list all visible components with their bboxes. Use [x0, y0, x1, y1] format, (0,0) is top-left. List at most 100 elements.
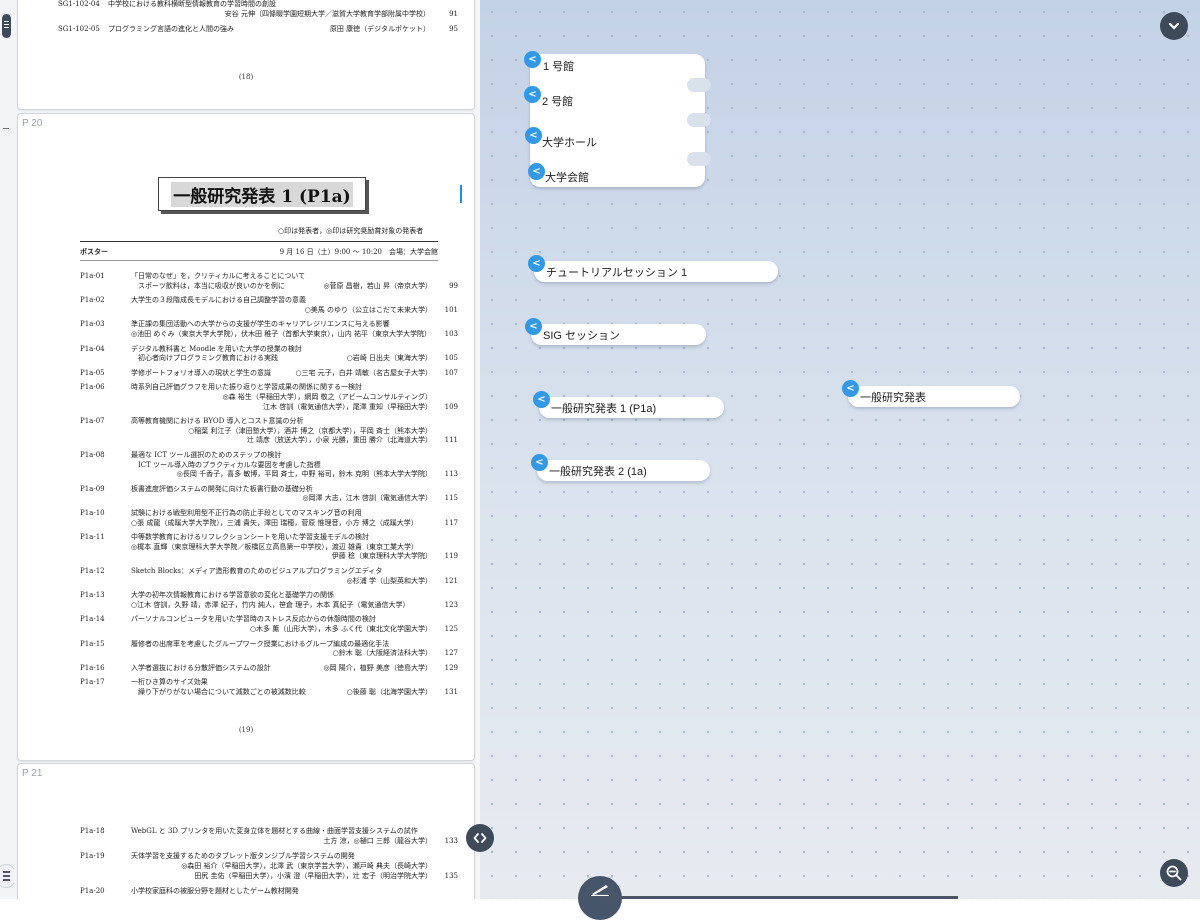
- paper-title: 入学者選抜における分散評価システムの設計: [131, 663, 271, 672]
- paper-authors: 伊藤 稔（東京理科大学大学院）: [331, 552, 432, 561]
- paper-id: P1a-15: [80, 639, 105, 648]
- node-sig[interactable]: < SIG セッション: [525, 318, 706, 345]
- paper-title: 繰り下がりがない場合について減数ごとの被減数比較: [131, 688, 306, 696]
- page-label: P 20: [22, 118, 43, 129]
- page-ref: 125: [444, 625, 458, 633]
- paper-title: デジタル教科書と Moodle を用いた大学の授業の検討: [131, 344, 302, 353]
- paper-authors: 土方 涼，◎樋口 三郎（龍谷大学）: [323, 837, 432, 845]
- paper-id: P1a-18: [80, 827, 105, 835]
- paper-title: 小学校家庭科の被服分野を題材としたゲーム教材開発: [131, 887, 299, 895]
- paper-authors: ◎菅原 昌樹，若山 昇（帝京大学）: [323, 281, 432, 290]
- paper-title: 初心者向けプログラミング教育における実践: [131, 354, 278, 363]
- text-cursor: [460, 185, 462, 203]
- node-buildings[interactable]: < 1 号館 < 2 号館 < 大学ホール < 大学会館: [524, 51, 711, 187]
- paper-authors: ◎長岡 千香子，喜多 敏博，平岡 斉士，中野 裕司，鈴木 克明（熊本大学大学院）: [176, 470, 432, 479]
- paper-title: WebGL と 3D プリンタを用いた変身立体を題材とする曲線・曲面学習支援シス…: [131, 827, 418, 835]
- paper-id: P1a-04: [80, 344, 105, 353]
- pdf-page-20: P 20 一般研究発表 1 (P1a) ○印は発表者，◎印は研究奨励賞対象の発表…: [17, 113, 475, 761]
- paper-authors: 辻 靖彦（放送大学），小泉 光勝，重田 勝介（北海道大学）: [246, 436, 432, 445]
- zoom-out-icon: [1166, 865, 1182, 881]
- page-ref: 107: [444, 368, 458, 377]
- paper-id: P1a-07: [80, 417, 105, 426]
- page-ref: 105: [444, 354, 458, 363]
- page-number: (19): [238, 726, 254, 734]
- node-general[interactable]: < 一般研究発表: [842, 380, 1020, 407]
- collapse-toggle-icon[interactable]: <: [524, 51, 541, 68]
- paper-title: 履修者の出席率を考慮したグループワーク授業におけるグループ編成の最適化手法: [131, 639, 390, 648]
- node-p2a[interactable]: < 一般研究発表 2 (1a): [531, 454, 710, 481]
- collapse-button[interactable]: [1160, 12, 1188, 40]
- paper-id: P1a-05: [80, 368, 105, 377]
- paper-title: 試験における戦型利用型不正行為の防止手段としてのマスキング音の利用: [131, 509, 362, 517]
- collapse-toggle-icon[interactable]: <: [528, 163, 545, 180]
- paper-id: P1a-03: [80, 320, 105, 329]
- collapse-toggle-icon[interactable]: <: [525, 318, 542, 335]
- pdf-page-21: P 21 P1a-18 WebGL と 3D プリンタを用いた変身立体を題材とする…: [17, 763, 475, 899]
- chevron-down-icon: [1168, 22, 1180, 30]
- paper-authors: ○稲葉 利江子（津田塾大学），酒井 博之（京都大学），平岡 斉士（熊本大学）: [188, 426, 432, 435]
- node-label[interactable]: 2 号館: [542, 93, 573, 109]
- paper-id: P1a-13: [80, 591, 105, 600]
- pen-icon: [591, 885, 609, 896]
- paper-title: 天体学習を支援するためのタブレット版タンジブル学習システムの開発: [131, 852, 355, 860]
- page-ref: 117: [444, 518, 458, 527]
- paper-id: P1a-11: [80, 533, 105, 542]
- rail-marker: [3, 128, 9, 129]
- page-ref: 101: [444, 305, 458, 314]
- page-ref: 129: [444, 663, 458, 672]
- paper-id: P1a-06: [80, 383, 105, 392]
- page-ref: 113: [444, 470, 458, 479]
- split-resize-button[interactable]: [466, 824, 494, 852]
- paper-id: P1a-02: [80, 296, 105, 305]
- paper-authors: ◎杉浦 学（山梨英和大学）: [346, 576, 432, 585]
- paper-title: 大学生の３段階成長モデルにおける自己調整学習の意義: [131, 296, 306, 305]
- node-tutorial[interactable]: < チュートリアルセッション 1: [528, 255, 778, 282]
- collapse-toggle-icon[interactable]: <: [531, 454, 548, 471]
- pdf-viewer[interactable]: SG1-102-04 中学校における教科横断型情報教育の学習時間の創設 安谷 元…: [14, 0, 480, 899]
- paper-id: P1a-01: [80, 272, 105, 280]
- paper-title: パーソナルコンピュータを用いた学習時のストレス反応からの休憩時間の検討: [131, 615, 376, 624]
- page-ref: 135: [444, 872, 458, 880]
- scroll-handle[interactable]: [2, 14, 11, 38]
- zoom-out-button[interactable]: [1160, 859, 1188, 887]
- paper-title: 中等数学教育におけるリフレクションシートを用いた学習支援モデルの検討: [131, 533, 369, 542]
- paper-id: P1a-20: [80, 887, 105, 895]
- page-ref: 115: [444, 494, 458, 503]
- paper-title: 「日常のなぜ」を，クリティカルに考えることについて: [131, 272, 306, 280]
- collapse-toggle-icon[interactable]: <: [533, 391, 550, 408]
- page-ref: 103: [444, 330, 458, 338]
- session-title: 一般研究発表 1 (P1a): [171, 181, 353, 207]
- paper-authors: ◎森田 裕介（早稲田大学），北澤 武（東京学芸大学），瀬戸崎 典夫（長崎大学）: [181, 862, 432, 870]
- node-label[interactable]: 大学会館: [545, 169, 589, 185]
- session-time: 9 月 16 日（土）9:00 〜 10:20 会場：大学会館: [279, 248, 438, 256]
- node-label[interactable]: 1 号館: [543, 58, 574, 74]
- paper-authors: ◎森 裕生（早稲田大学），網岡 敬之（アビームコンサルティング）: [222, 393, 432, 401]
- collapse-toggle-icon[interactable]: <: [525, 127, 542, 144]
- paper-id: P1a-08: [80, 451, 105, 459]
- paper-title: 大学の初年次情報教育における学習意欲の変化と基礎学力の関係: [131, 591, 334, 600]
- paper-id: P1a-09: [80, 484, 105, 493]
- paper-authors: ○後藤 聡（北海学園大学）: [346, 688, 432, 696]
- page-ref: 131: [444, 688, 458, 696]
- page-label: P 21: [22, 768, 43, 779]
- page-ref: 121: [444, 576, 458, 585]
- paper-title: スポーツ飲料は，本当に吸収が良いのかを例に: [131, 281, 285, 290]
- left-rail: [0, 0, 16, 899]
- page-ref: 109: [444, 402, 458, 411]
- paper-title: 準正課の集団活動への大学からの支援が学生のキャリアレジリエンスに与える影響: [131, 320, 390, 329]
- paper-title: 高等教育機関における BYOD 導入とコスト意識の分析: [131, 417, 304, 426]
- page-number: (18): [238, 73, 254, 81]
- paper-authors: ◎岡澤 大志，江木 啓訓（電気通信大学）: [302, 494, 432, 503]
- node-p1a[interactable]: < 一般研究発表 1 (P1a): [533, 391, 724, 418]
- paper-authors: 田尻 圭佑（早稲田大学），小濱 澄（早稲田大学），辻 宏子（明治学院大学）: [194, 872, 432, 880]
- collapse-toggle-icon[interactable]: <: [528, 255, 545, 272]
- code-arrows-icon: [473, 833, 487, 843]
- collapse-toggle-icon[interactable]: <: [842, 380, 859, 397]
- paper-title: ○江木 啓訓，久野 靖，赤澤 紀子，竹内 純人，笹倉 理子，木本 真紀子（電気通…: [131, 600, 410, 609]
- collapse-toggle-icon[interactable]: <: [524, 86, 541, 103]
- paper-title: ICT ツール導入時のプラクティカルな要因を考慮した指標: [131, 460, 321, 469]
- paper-authors: ○美馬 のゆり（公立はこだて未来大学）: [304, 305, 432, 314]
- paper-id: P1a-12: [80, 567, 105, 575]
- paper-title: 時系列自己評価グラフを用いた振り返りと学習成果の関係に関する一検討: [131, 383, 362, 392]
- node-label[interactable]: 大学ホール: [542, 134, 597, 150]
